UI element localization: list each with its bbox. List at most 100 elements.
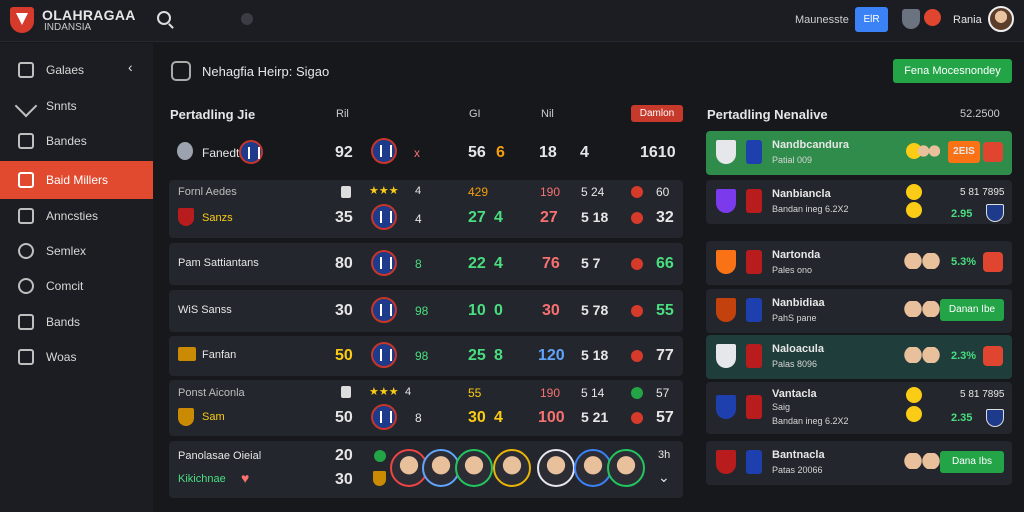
- document-icon: [18, 314, 34, 330]
- value: 57: [656, 409, 674, 426]
- player-icon: [746, 189, 762, 213]
- players-icon: [918, 143, 940, 159]
- list-item[interactable]: Bantnacla Patas 20066 Dana Ibs: [706, 441, 1012, 485]
- players-icon: [904, 301, 940, 317]
- table-row[interactable]: Fanfan 50 98 25 8 120 5 18 77: [169, 336, 683, 376]
- item-sub: Bandan ineg 6.2X2: [772, 204, 849, 214]
- logo-icon[interactable]: [10, 7, 34, 33]
- notification-icon[interactable]: [924, 9, 941, 26]
- item-values: 5 81 7895: [960, 389, 1005, 400]
- value: 76: [542, 255, 560, 272]
- badge-icon: [906, 387, 922, 403]
- settings-icon[interactable]: [241, 13, 253, 25]
- value: 22: [468, 255, 486, 272]
- section-title: Pertadling Jie: [170, 107, 256, 122]
- item-pct: 5.3%: [951, 256, 977, 268]
- team-crest-icon: [371, 342, 397, 368]
- player-icon: [746, 395, 762, 419]
- table-row[interactable]: Fanedt 92 x 56 6 18 4 1610: [169, 132, 683, 174]
- sidebar-item-bands[interactable]: Bands: [0, 303, 153, 341]
- player-icon: [746, 450, 762, 474]
- club-subname: Kikichnae: [178, 473, 226, 485]
- list-item[interactable]: Naloacula Palas 8096 2.3%: [706, 335, 1012, 379]
- value: 57: [656, 386, 670, 400]
- status-badge[interactable]: Damlon: [631, 105, 683, 122]
- chevron-down-icon[interactable]: ⌄: [658, 469, 670, 486]
- mid-value: 98: [415, 349, 429, 363]
- primary-action-button[interactable]: Fena Mocesnondey: [893, 59, 1012, 83]
- avatar[interactable]: [988, 6, 1014, 32]
- club-crest-icon: [986, 409, 1004, 427]
- user-name[interactable]: Rania: [953, 14, 982, 26]
- list-item[interactable]: Nanbidiaa PahS pane Danan Ibe: [706, 289, 1012, 333]
- value: 5 78: [581, 302, 609, 318]
- search-icon[interactable]: [157, 11, 171, 25]
- list-item[interactable]: Nanbiancla Bandan ineg 6.2X2 5 81 7895 2…: [706, 180, 1012, 224]
- table-row[interactable]: Ponst Aiconla Sam ★★★ 4 50 8 55 30 4 190…: [169, 380, 683, 436]
- action-icon[interactable]: [983, 142, 1003, 162]
- sidebar-item-baid-millers[interactable]: Baid Millers: [0, 161, 153, 199]
- item-name: Nandbcandura: [772, 139, 850, 151]
- item-button[interactable]: Dana Ibs: [940, 451, 1004, 473]
- table-row[interactable]: Panolasae Oieial Kikichnae ♥ 20 30 3h ⌄: [169, 441, 683, 498]
- club-crest-icon: [716, 395, 736, 419]
- value: 60: [656, 185, 670, 199]
- action-icon[interactable]: [983, 346, 1003, 366]
- sidebar-item-bandes[interactable]: Bandes: [0, 122, 153, 160]
- header-button[interactable]: ElR: [855, 7, 888, 32]
- clipboard-icon: [18, 133, 34, 149]
- table-row[interactable]: Pam Sattiantans 80 8 22 4 76 5 7 66: [169, 243, 683, 285]
- value: 5 18: [581, 347, 609, 363]
- sidebar-item-label: Snnts: [46, 99, 77, 113]
- players-icon: [904, 253, 940, 269]
- pct-badge[interactable]: 2EIS: [948, 141, 980, 163]
- shield-icon[interactable]: [902, 9, 920, 29]
- top-bar: OLAHRAGAA INDANSIA Maunesste ElR Rania: [0, 0, 1024, 42]
- club-crest-icon: [716, 189, 736, 213]
- value: 18: [539, 144, 557, 161]
- club-icon: [373, 471, 386, 486]
- team-crest-icon: [371, 250, 397, 276]
- list-item[interactable]: Vantacla Saig Bandan ineg 6.2X2 5 81 789…: [706, 382, 1012, 434]
- team-crest-icon: [371, 138, 397, 164]
- list-item[interactable]: Nandbcandura Patial 009 2EIS: [706, 131, 1012, 175]
- score: 92: [335, 144, 353, 161]
- back-icon[interactable]: [171, 61, 191, 81]
- sidebar-item-woas[interactable]: Woas: [0, 338, 153, 376]
- sidebar-item-snnts[interactable]: Snnts: [0, 87, 153, 125]
- status-dot: [631, 350, 643, 362]
- sidebar-item-comcit[interactable]: Comcit: [0, 267, 153, 305]
- sidebar-item-label: Woas: [46, 350, 77, 364]
- item-pct: 2.3%: [951, 350, 977, 362]
- value: 8: [494, 347, 503, 364]
- table-row[interactable]: Fornl Aedes Sanzs ★★★ 4 35 4 429 27 4 19…: [169, 180, 683, 238]
- badge-icon: [906, 184, 922, 200]
- player-avatar[interactable]: [455, 449, 493, 487]
- globe-icon: [18, 278, 34, 294]
- player-icon: [746, 298, 762, 322]
- score: 30: [335, 471, 353, 488]
- table-row[interactable]: WiS Sanss 30 98 10 0 30 5 78 55: [169, 290, 683, 332]
- home-icon: [18, 62, 34, 78]
- sidebar-item-semlex[interactable]: Semlex: [0, 232, 153, 270]
- status-dot: [631, 305, 643, 317]
- player-avatar[interactable]: [537, 449, 575, 487]
- heart-icon[interactable]: ♥: [241, 470, 249, 486]
- players-icon: [904, 453, 940, 469]
- value: 4: [580, 144, 589, 161]
- people-icon: [18, 243, 34, 259]
- chevron-left-icon[interactable]: ‹: [128, 59, 133, 75]
- status-dot: [631, 258, 643, 270]
- player-avatar[interactable]: [493, 449, 531, 487]
- sidebar-item-galaes[interactable]: Galaes ‹: [0, 51, 153, 89]
- hand-icon: [18, 349, 34, 365]
- sidebar-item-anncsties[interactable]: Anncsties: [0, 197, 153, 235]
- item-sub2: Saig: [772, 402, 791, 412]
- player-avatar[interactable]: [607, 449, 645, 487]
- action-icon[interactable]: [983, 252, 1003, 272]
- list-item[interactable]: Nartonda Pales ono 5.3%: [706, 241, 1012, 285]
- status-dot: [631, 387, 643, 399]
- item-button[interactable]: Danan Ibe: [940, 299, 1004, 321]
- marker: x: [414, 146, 420, 160]
- sidebar: Galaes ‹ Snnts Bandes Baid Millers Anncs…: [0, 43, 153, 512]
